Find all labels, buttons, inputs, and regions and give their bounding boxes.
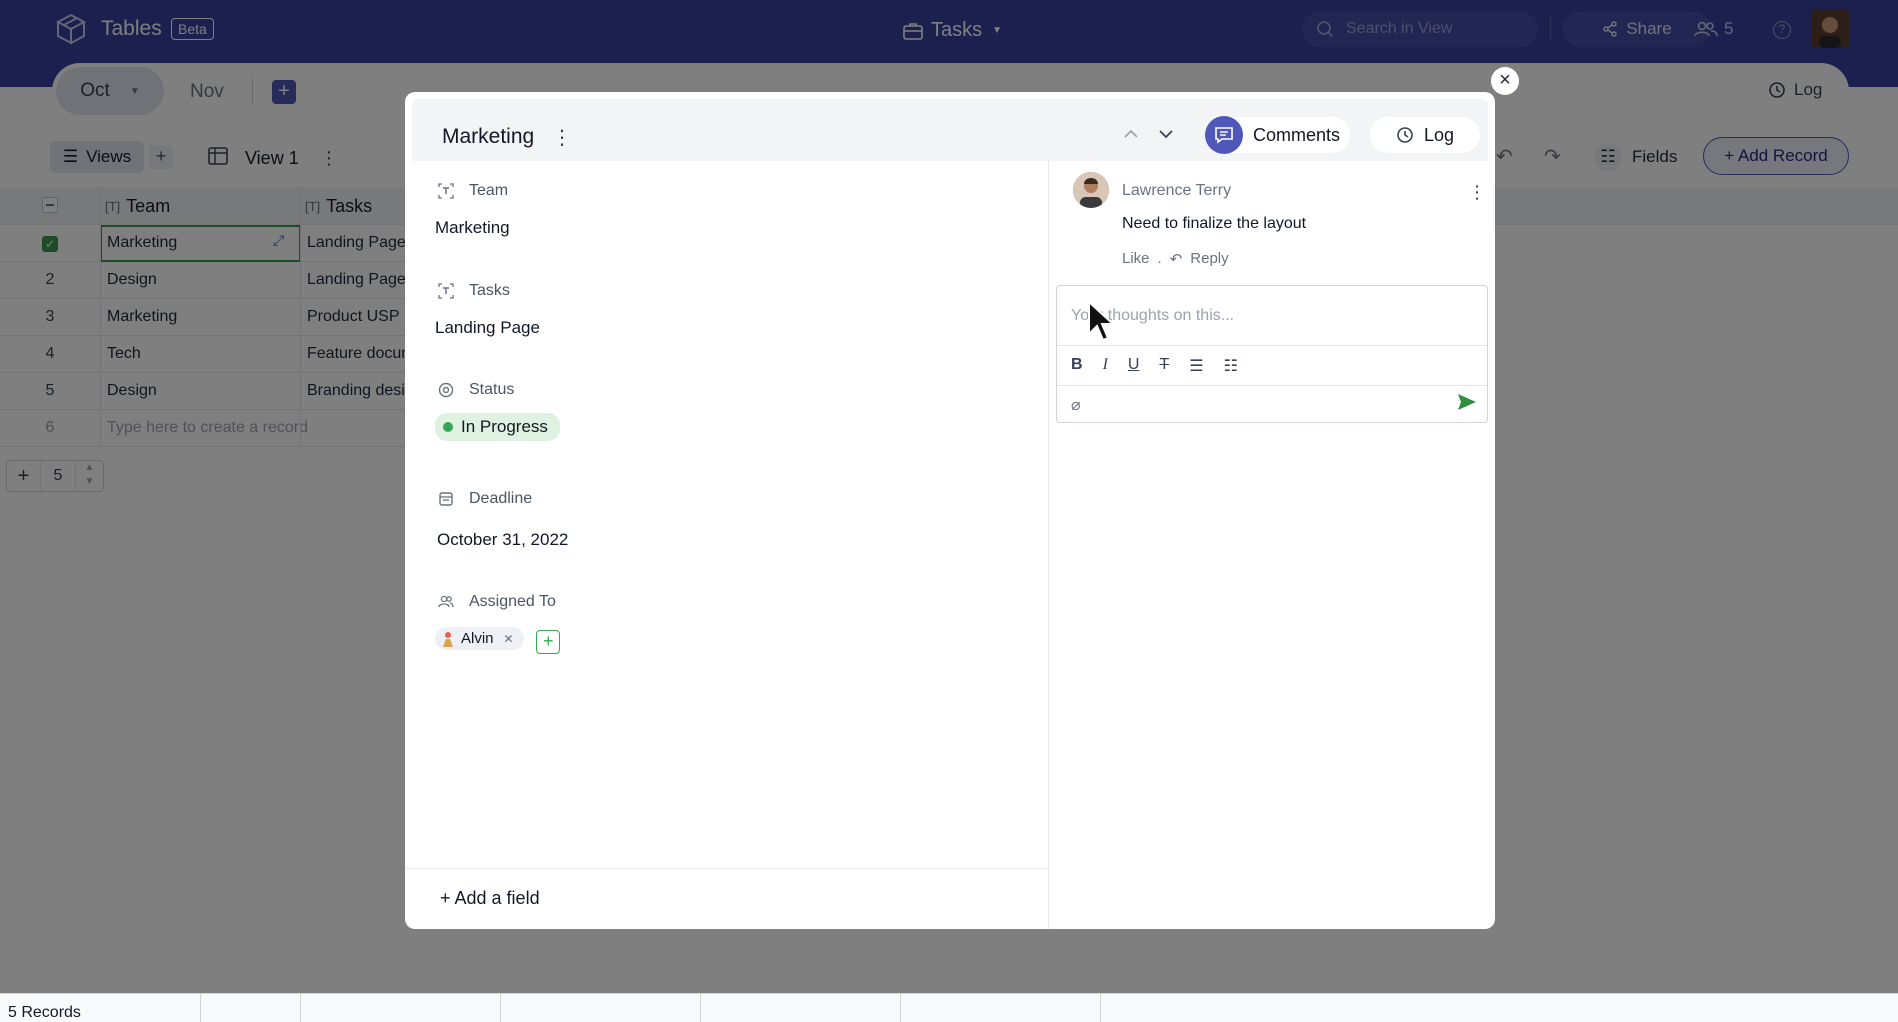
field-label: Assigned To bbox=[469, 593, 556, 610]
divider bbox=[1057, 385, 1487, 386]
field-label: Deadline bbox=[469, 490, 533, 507]
comment-author-avatar bbox=[1073, 172, 1109, 208]
text-field-icon bbox=[437, 182, 455, 200]
field-label: Status bbox=[469, 381, 515, 398]
fields-panel: Team Marketing Tasks Landing Page Status… bbox=[405, 161, 1048, 929]
comment-text: Need to finalize the layout bbox=[1122, 215, 1307, 232]
add-assignee-button[interactable]: + bbox=[536, 630, 561, 655]
field-value[interactable]: October 31, 2022 bbox=[437, 530, 568, 550]
underline-icon[interactable]: U bbox=[1128, 356, 1140, 376]
italic-icon[interactable]: I bbox=[1103, 356, 1108, 376]
users-icon bbox=[437, 593, 455, 611]
more-vertical-icon[interactable]: ⋮ bbox=[552, 125, 572, 150]
user-name: Alvin bbox=[461, 630, 494, 647]
footer-divider bbox=[1100, 994, 1101, 1022]
field-value[interactable]: Landing Page bbox=[435, 318, 540, 338]
footer-divider bbox=[500, 994, 501, 1022]
panel-divider bbox=[1048, 161, 1049, 929]
calendar-icon bbox=[437, 490, 455, 508]
attachment-icon[interactable]: ⌀ bbox=[1071, 395, 1081, 415]
comments-label: Comments bbox=[1253, 124, 1341, 145]
log-tab[interactable]: Log bbox=[1370, 117, 1480, 153]
divider bbox=[405, 868, 1048, 869]
bullet-list-icon[interactable]: ☰ bbox=[1189, 356, 1203, 376]
field-team: Team Marketing bbox=[435, 182, 510, 238]
comment-icon bbox=[1205, 116, 1243, 154]
comment-author: Lawrence Terry bbox=[1122, 182, 1232, 199]
status-value[interactable]: In Progress bbox=[435, 413, 560, 441]
avatar bbox=[443, 631, 453, 647]
text-field-icon bbox=[437, 282, 455, 300]
record-modal: Marketing ⋮ Comments Log Team Marketing … bbox=[405, 92, 1495, 929]
comments-tab[interactable]: Comments bbox=[1205, 116, 1350, 154]
remove-icon[interactable]: ✕ bbox=[504, 632, 514, 646]
chevron-down-icon[interactable] bbox=[1159, 129, 1173, 139]
field-label: Team bbox=[469, 182, 509, 199]
field-assigned-to: Assigned To Alvin ✕ + bbox=[435, 593, 561, 655]
record-title: Marketing bbox=[442, 125, 535, 148]
chevron-up-icon[interactable] bbox=[1124, 129, 1138, 139]
records-count: 5 Records bbox=[8, 1004, 81, 1021]
status-footer: 5 Records bbox=[0, 993, 1898, 1022]
reply-button[interactable]: Reply bbox=[1190, 250, 1228, 268]
comment-actions: Like . ↶ Reply bbox=[1122, 250, 1229, 268]
more-vertical-icon[interactable]: ⋮ bbox=[1468, 182, 1486, 203]
separator: . bbox=[1157, 250, 1162, 267]
footer-divider bbox=[900, 994, 901, 1022]
strikethrough-icon[interactable]: T bbox=[1159, 356, 1169, 376]
user-chip[interactable]: Alvin ✕ bbox=[435, 627, 524, 650]
like-button[interactable]: Like bbox=[1122, 250, 1150, 268]
status-badge[interactable]: In Progress bbox=[435, 413, 560, 441]
field-tasks: Tasks Landing Page bbox=[435, 282, 540, 338]
comment-input[interactable] bbox=[1057, 286, 1487, 346]
status-icon bbox=[437, 381, 455, 399]
footer-divider bbox=[300, 994, 301, 1022]
formatting-toolbar: B I U T ☰ ☷ bbox=[1071, 356, 1238, 376]
add-field-button[interactable]: + Add a field bbox=[440, 888, 540, 909]
status-dot bbox=[443, 422, 453, 432]
log-label: Log bbox=[1423, 124, 1455, 145]
mouse-cursor-icon bbox=[1088, 300, 1116, 342]
numbered-list-icon[interactable]: ☷ bbox=[1224, 356, 1238, 376]
field-deadline: Deadline October 31, 2022 bbox=[437, 490, 568, 550]
close-icon[interactable]: × bbox=[1491, 67, 1519, 95]
footer-divider bbox=[700, 994, 701, 1022]
field-status: Status In Progress bbox=[435, 381, 560, 441]
modal-header: Marketing ⋮ Comments Log bbox=[412, 99, 1488, 161]
comment-editor: B I U T ☰ ☷ ⌀ bbox=[1056, 285, 1488, 423]
bold-icon[interactable]: B bbox=[1071, 356, 1083, 376]
field-label: Tasks bbox=[469, 282, 510, 299]
assignees: Alvin ✕ + bbox=[435, 627, 561, 655]
footer-divider bbox=[200, 994, 201, 1022]
reply-icon[interactable]: ↶ bbox=[1170, 250, 1183, 268]
clock-icon bbox=[1397, 127, 1413, 143]
status-label: In Progress bbox=[461, 417, 548, 436]
field-value[interactable]: Marketing bbox=[435, 218, 510, 238]
send-icon[interactable] bbox=[1457, 393, 1477, 411]
